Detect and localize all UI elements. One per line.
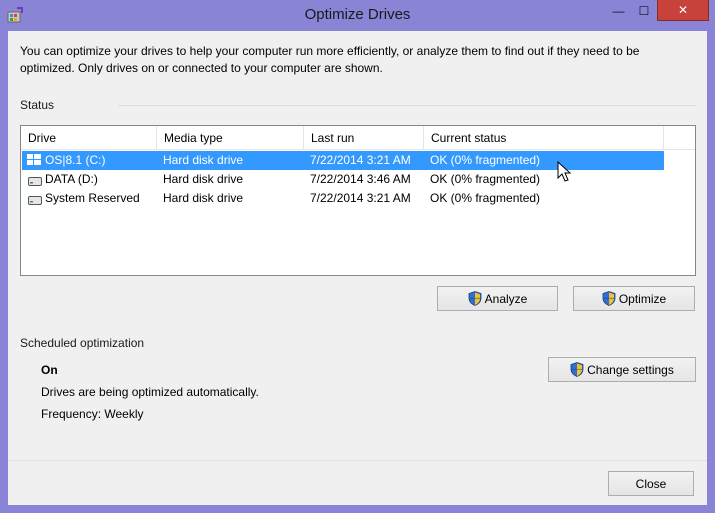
last-run: 7/22/2014 3:21 AM [310, 191, 411, 205]
column-header-current-status[interactable]: Current status [424, 126, 664, 150]
scheduled-group-label: Scheduled optimization [20, 336, 145, 350]
current-status: OK (0% fragmented) [430, 172, 541, 186]
schedule-state: On [41, 363, 58, 377]
hard-drive-icon [28, 196, 42, 205]
uac-shield-icon [468, 291, 482, 306]
hard-drive-icon [28, 177, 42, 186]
media-type: Hard disk drive [163, 172, 244, 186]
maximize-button[interactable]: ☐ [631, 0, 657, 21]
uac-shield-icon [570, 362, 584, 377]
change-settings-label: Change settings [587, 362, 674, 377]
intro-text: You can optimize your drives to help you… [20, 44, 640, 75]
minimize-button[interactable]: — [605, 0, 632, 21]
last-run: 7/22/2014 3:46 AM [310, 172, 411, 186]
analyze-button-label: Analyze [484, 291, 528, 306]
optimize-button-label: Optimize [618, 291, 667, 306]
schedule-frequency: Frequency: Weekly [41, 407, 144, 421]
drive-name: DATA (D:) [45, 172, 98, 186]
status-group-divider [118, 105, 696, 106]
drives-list[interactable]: Drive Media type Last run Current status… [20, 125, 696, 276]
current-status: OK (0% fragmented) [430, 153, 541, 167]
media-type: Hard disk drive [163, 191, 244, 205]
close-button-label: Close [635, 476, 667, 491]
mouse-cursor-icon [557, 161, 572, 182]
dialog-footer: Close [8, 460, 707, 505]
column-header-last-run[interactable]: Last run [304, 126, 424, 150]
schedule-description: Drives are being optimized automatically… [41, 385, 259, 399]
dialog-client-area: You can optimize your drives to help you… [8, 31, 707, 505]
last-run: 7/22/2014 3:21 AM [310, 153, 411, 167]
table-row[interactable]: System Reserved Hard disk drive 7/22/201… [22, 189, 664, 208]
status-group-label: Status [20, 98, 55, 112]
drive-name: OS|8.1 (C:) [45, 153, 106, 167]
column-header-drive[interactable]: Drive [21, 126, 157, 150]
analyze-button[interactable]: Analyze [437, 286, 558, 311]
close-window-button[interactable]: ✕ [657, 0, 709, 21]
drives-list-header: Drive Media type Last run Current status [21, 126, 695, 150]
uac-shield-icon [602, 291, 616, 306]
current-status: OK (0% fragmented) [430, 191, 541, 205]
close-button[interactable]: Close [608, 471, 694, 496]
media-type: Hard disk drive [163, 153, 244, 167]
drive-name: System Reserved [45, 191, 140, 205]
title-bar[interactable]: Optimize Drives — ☐ ✕ [0, 0, 715, 31]
optimize-button[interactable]: Optimize [573, 286, 695, 311]
optimize-drives-window: Optimize Drives — ☐ ✕ You can optimize y… [0, 0, 715, 513]
windows-drive-icon [27, 154, 41, 165]
column-header-media-type[interactable]: Media type [157, 126, 304, 150]
change-settings-button[interactable]: Change settings [548, 357, 696, 382]
